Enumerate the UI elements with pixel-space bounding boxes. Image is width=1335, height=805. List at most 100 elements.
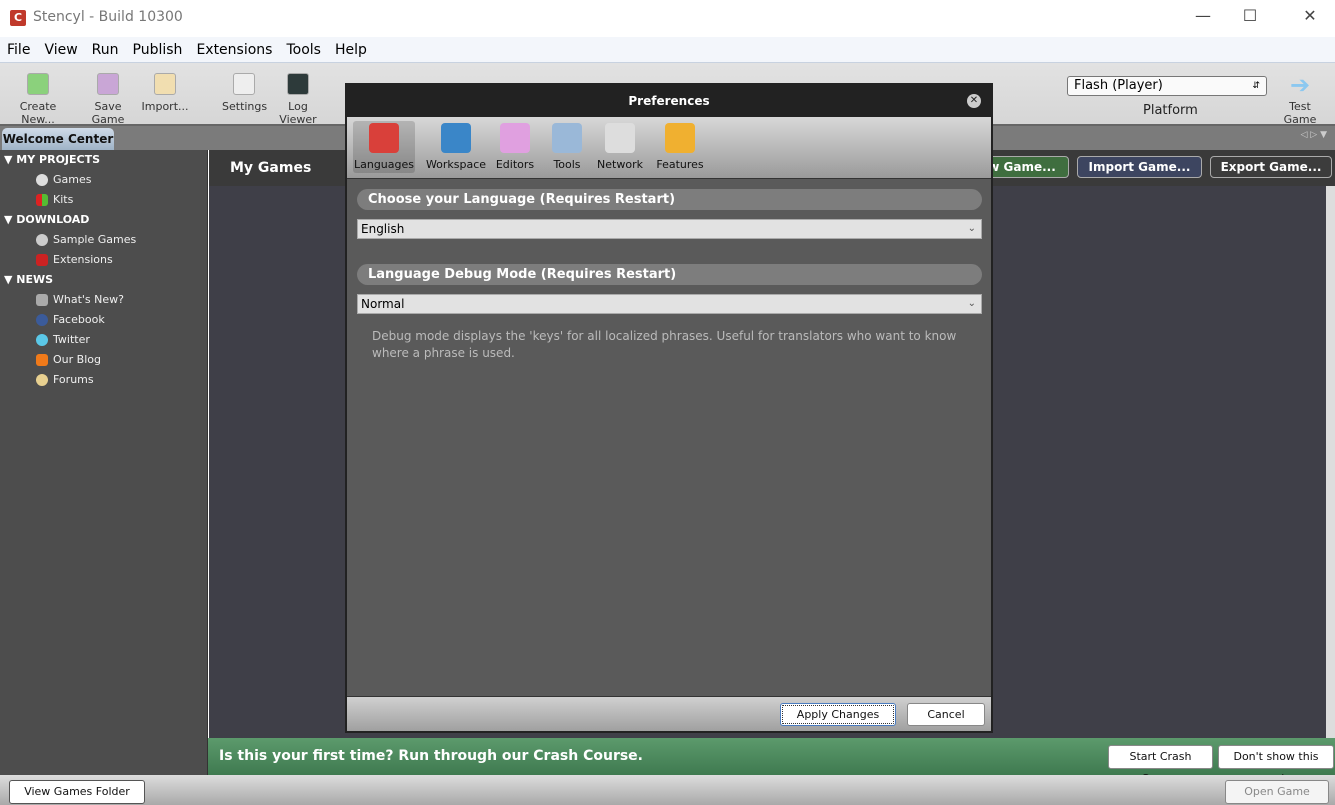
cubes-icon	[665, 123, 695, 153]
sidebar-item-whats-new[interactable]: What's New?	[36, 293, 124, 306]
window-title: Stencyl - Build 10300	[33, 9, 183, 25]
label: Facebook	[53, 313, 105, 326]
open-game-button[interactable]: Open Game	[1225, 780, 1329, 804]
menu-run[interactable]: Run	[92, 42, 119, 58]
arrow-right-icon: ➔	[1289, 71, 1311, 99]
label: Network	[597, 158, 643, 171]
crash-course-banner: Is this your first time? Run through our…	[208, 738, 1335, 785]
tools-icon	[552, 123, 582, 153]
language-section-header: Choose your Language (Requires Restart)	[357, 189, 982, 210]
tab-features[interactable]: Features	[655, 121, 705, 173]
scrollbar[interactable]	[1326, 186, 1335, 738]
label: MY PROJECTS	[16, 153, 101, 166]
chevron-down-icon: ⌄	[967, 223, 976, 234]
menu-view[interactable]: View	[44, 42, 77, 58]
tab-workspace[interactable]: Workspace	[425, 121, 487, 173]
section-my-projects[interactable]: ▼ MY PROJECTS	[4, 153, 100, 166]
sidebar-item-facebook[interactable]: Facebook	[36, 313, 105, 326]
apply-changes-button[interactable]: Apply Changes	[780, 703, 896, 726]
label: Settings	[222, 100, 268, 113]
log-viewer-icon	[287, 73, 309, 95]
debug-mode-note: Debug mode displays the 'keys' for all l…	[372, 329, 957, 360]
sidebar-item-twitter[interactable]: Twitter	[36, 333, 90, 346]
tab-network[interactable]: Network	[597, 121, 643, 173]
sidebar-item-sample-games[interactable]: Sample Games	[36, 233, 136, 246]
crash-course-message: Is this your first time? Run through our…	[219, 748, 643, 764]
label: Forums	[53, 373, 94, 386]
debug-mode-select[interactable]: Normal ⌄	[357, 294, 982, 314]
label: What's New?	[53, 293, 124, 306]
tab-editors[interactable]: Editors	[495, 121, 535, 173]
debug-mode-value: Normal	[361, 297, 405, 311]
import-button[interactable]: Import...	[140, 73, 190, 113]
palette-icon	[500, 123, 530, 153]
tab-nav-icons[interactable]: ◁ ▷ ▼	[1301, 130, 1328, 140]
create-new-button[interactable]: Create New...	[3, 73, 73, 126]
save-icon	[97, 73, 119, 95]
label: Create New...	[19, 100, 57, 126]
sidebar-item-forums[interactable]: Forums	[36, 373, 94, 386]
preferences-tabs: Languages Workspace Editors Tools Networ…	[347, 117, 991, 179]
disc-icon	[36, 173, 48, 186]
label: NEWS	[16, 273, 54, 286]
test-game-button[interactable]: ➔ Test Game	[1272, 73, 1328, 126]
speech-bubble-icon	[36, 373, 48, 386]
settings-button[interactable]: Settings	[222, 73, 268, 113]
save-game-button[interactable]: Save Game	[78, 73, 138, 126]
close-icon[interactable]: ✕	[967, 94, 981, 108]
sidebar-item-extensions[interactable]: Extensions	[36, 253, 113, 266]
dialog-title-bar: Preferences ✕	[347, 85, 991, 117]
chevron-down-icon: ⌄	[967, 298, 976, 309]
menu-publish[interactable]: Publish	[133, 42, 183, 58]
label: Kits	[53, 193, 74, 206]
settings-icon	[233, 73, 255, 95]
sidebar: ▼ MY PROJECTS Games Kits ▼ DOWNLOAD Samp…	[0, 150, 208, 775]
flag-icon	[369, 123, 399, 153]
title-bar: C Stencyl - Build 10300 — ☐ ✕	[0, 0, 1335, 37]
maximize-button[interactable]: ☐	[1227, 6, 1273, 25]
section-download[interactable]: ▼ DOWNLOAD	[4, 213, 89, 226]
section-news[interactable]: ▼ NEWS	[4, 273, 53, 286]
platform-select[interactable]: Flash (Player) ⇵	[1067, 76, 1267, 96]
menu-tools[interactable]: Tools	[286, 42, 321, 58]
sidebar-item-games[interactable]: Games	[36, 173, 91, 186]
label: Test Game	[1283, 100, 1317, 126]
cancel-button[interactable]: Cancel	[907, 703, 985, 726]
label: Languages	[353, 158, 415, 171]
language-select[interactable]: English ⌄	[357, 219, 982, 239]
minimize-button[interactable]: —	[1180, 6, 1226, 25]
tab-tools[interactable]: Tools	[547, 121, 587, 173]
monitor-icon	[441, 123, 471, 153]
discs-icon	[36, 233, 48, 246]
twitter-icon	[36, 333, 48, 346]
export-game-button[interactable]: Export Game...	[1210, 156, 1332, 178]
label: Workspace	[425, 158, 487, 171]
label: DOWNLOAD	[16, 213, 90, 226]
create-new-icon	[27, 73, 49, 95]
label: Editors	[495, 158, 535, 171]
dont-show-again-button[interactable]: Don't show this again	[1218, 745, 1334, 785]
label: Our Blog	[53, 353, 101, 366]
tab-welcome-center[interactable]: Welcome Center	[2, 128, 114, 150]
tab-languages[interactable]: Languages	[353, 121, 415, 173]
menu-bar: File View Run Publish Extensions Tools H…	[0, 37, 1335, 63]
label: Extensions	[53, 253, 113, 266]
import-game-button[interactable]: Import Game...	[1077, 156, 1202, 178]
view-games-folder-button[interactable]: View Games Folder	[9, 780, 145, 804]
bottom-bar: View Games Folder Open Game	[0, 775, 1335, 805]
platform-label: Platform	[1143, 103, 1198, 118]
rocket-icon	[36, 293, 48, 306]
sidebar-item-our-blog[interactable]: Our Blog	[36, 353, 101, 366]
menu-file[interactable]: File	[7, 42, 30, 58]
log-viewer-button[interactable]: Log Viewer	[270, 73, 326, 126]
menu-extensions[interactable]: Extensions	[196, 42, 272, 58]
menu-help[interactable]: Help	[335, 42, 367, 58]
blocks-icon	[36, 193, 48, 206]
updown-icon: ⇵	[1252, 81, 1260, 91]
close-button[interactable]: ✕	[1287, 6, 1333, 25]
start-crash-course-button[interactable]: Start Crash Course	[1108, 745, 1213, 785]
sidebar-item-kits[interactable]: Kits	[36, 193, 73, 206]
label: Games	[53, 173, 92, 186]
preferences-dialog: Preferences ✕ Languages Workspace Editor…	[345, 83, 993, 733]
rss-icon	[36, 353, 48, 366]
